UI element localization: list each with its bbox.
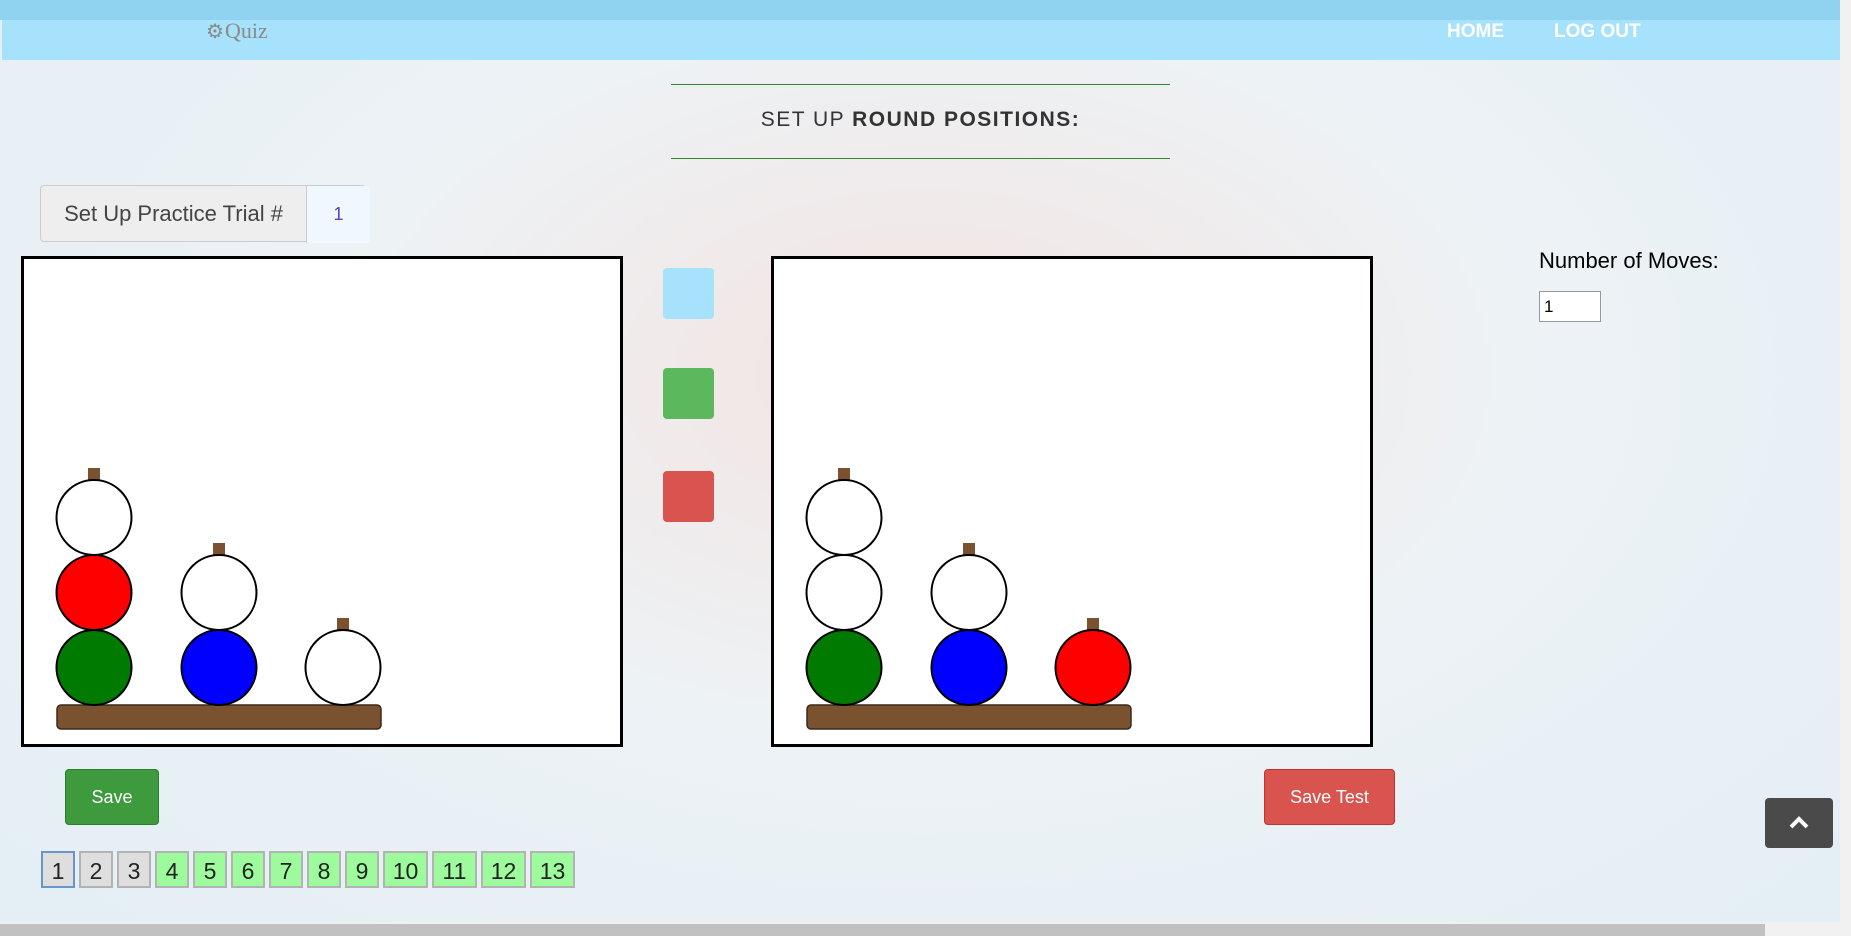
page-button-10[interactable]: 10 bbox=[383, 851, 428, 888]
page-title-plain: SET UP bbox=[760, 108, 853, 131]
page-button-9[interactable]: 9 bbox=[345, 851, 379, 888]
goal-board[interactable] bbox=[771, 256, 1373, 747]
ball-red[interactable] bbox=[55, 554, 133, 631]
page-button-1[interactable]: 1 bbox=[41, 851, 75, 888]
gear-icon: ⚙ bbox=[206, 21, 224, 43]
nav-logout-link[interactable]: LOG OUT bbox=[1554, 21, 1641, 43]
ball-white[interactable] bbox=[805, 479, 883, 556]
save-test-button[interactable]: Save Test bbox=[1264, 769, 1395, 825]
trial-number-input[interactable] bbox=[306, 186, 370, 243]
scroll-top-button[interactable] bbox=[1765, 798, 1833, 848]
vertical-scrollbar[interactable] bbox=[1840, 0, 1851, 936]
page-title: SET UP ROUND POSITIONS: bbox=[671, 108, 1170, 132]
goal-board-canvas[interactable] bbox=[774, 259, 1370, 744]
page-button-6[interactable]: 6 bbox=[231, 851, 265, 888]
page-button-2[interactable]: 2 bbox=[79, 851, 113, 888]
horizontal-scrollbar-thumb[interactable] bbox=[0, 924, 1765, 936]
horizontal-scrollbar[interactable] bbox=[0, 922, 1851, 936]
start-board[interactable] bbox=[21, 256, 623, 747]
trial-label: Set Up Practice Trial # bbox=[64, 201, 283, 226]
save-button[interactable]: Save bbox=[65, 769, 159, 825]
page-button-5[interactable]: 5 bbox=[193, 851, 227, 888]
peg-base bbox=[56, 704, 382, 730]
ball-white[interactable] bbox=[304, 629, 382, 706]
peg-base bbox=[806, 704, 1132, 730]
page-button-3[interactable]: 3 bbox=[117, 851, 151, 888]
color-swatch-green[interactable] bbox=[663, 368, 714, 419]
start-board-canvas[interactable] bbox=[24, 259, 620, 744]
moves-input[interactable] bbox=[1539, 291, 1601, 322]
top-strip bbox=[0, 0, 1851, 20]
chevron-up-icon bbox=[1789, 816, 1809, 829]
page-button-11[interactable]: 11 bbox=[432, 851, 477, 888]
logo[interactable]: ⚙Quiz bbox=[206, 18, 268, 44]
color-swatch-blue[interactable] bbox=[663, 268, 714, 319]
title-bottom-rule bbox=[671, 158, 1170, 159]
ball-green[interactable] bbox=[805, 629, 883, 706]
page-button-7[interactable]: 7 bbox=[269, 851, 303, 888]
ball-blue[interactable] bbox=[930, 629, 1008, 706]
color-swatch-red[interactable] bbox=[663, 471, 714, 522]
logo-text: Quiz bbox=[224, 18, 268, 43]
ball-white[interactable] bbox=[55, 479, 133, 556]
page-button-12[interactable]: 12 bbox=[481, 851, 526, 888]
page-button-4[interactable]: 4 bbox=[155, 851, 189, 888]
page-button-8[interactable]: 8 bbox=[307, 851, 341, 888]
page-title-bold: ROUND POSITIONS: bbox=[852, 108, 1081, 131]
ball-green[interactable] bbox=[55, 629, 133, 706]
title-top-rule bbox=[671, 84, 1170, 85]
ball-red[interactable] bbox=[1054, 629, 1132, 706]
ball-white[interactable] bbox=[180, 554, 258, 631]
page-button-13[interactable]: 13 bbox=[530, 851, 575, 888]
ball-blue[interactable] bbox=[180, 629, 258, 706]
trial-selector: Set Up Practice Trial # bbox=[40, 185, 370, 243]
ball-white[interactable] bbox=[930, 554, 1008, 631]
ball-white[interactable] bbox=[805, 554, 883, 631]
moves-label: Number of Moves: bbox=[1539, 248, 1719, 273]
nav-home-link[interactable]: HOME bbox=[1447, 21, 1504, 43]
